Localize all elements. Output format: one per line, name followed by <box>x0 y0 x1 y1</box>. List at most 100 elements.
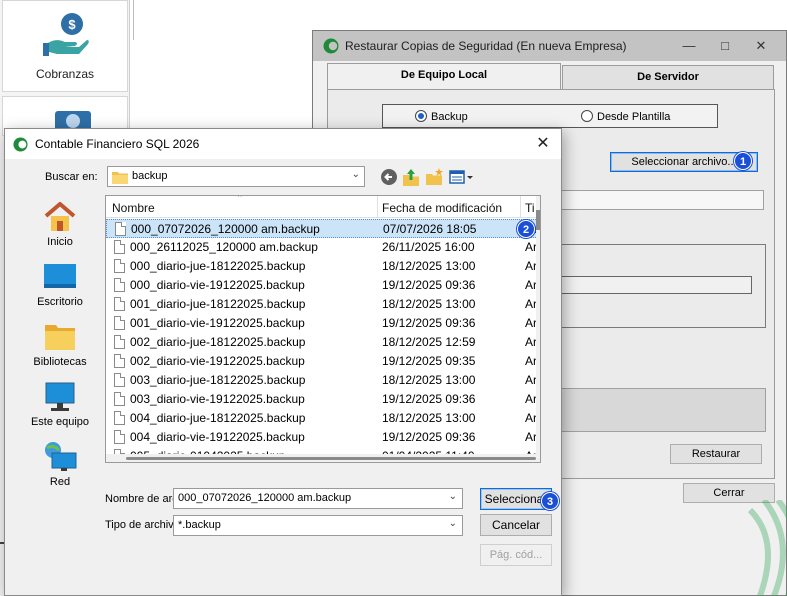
radio-unchecked-icon <box>581 110 593 122</box>
vertical-scrollbar[interactable] <box>536 196 540 462</box>
file-row[interactable]: 004_diario-vie-19122025.backup 19/12/2025… <box>106 428 538 447</box>
place-libraries[interactable]: Bibliotecas <box>15 321 105 368</box>
file-row[interactable]: 000_26112025_120000 am.backup 26/11/2025 … <box>106 238 538 257</box>
up-folder-icon[interactable] <box>401 167 421 187</box>
place-label: Bibliotecas <box>33 356 87 368</box>
place-label: Este equipo <box>30 416 90 428</box>
file-date: 26/11/2025 16:00 <box>382 240 475 254</box>
file-icon <box>114 430 125 444</box>
place-home[interactable]: Inicio <box>15 201 105 248</box>
tab-server[interactable]: De Servidor <box>562 65 774 89</box>
file-row[interactable]: 003_diario-jue-18122025.backup 18/12/2025… <box>106 371 538 390</box>
file-date: 18/12/2025 12:59 <box>382 335 476 349</box>
place-label: Inicio <box>47 236 73 248</box>
file-icon <box>114 297 125 311</box>
place-label: Escritorio <box>37 296 83 308</box>
column-header-date[interactable]: Fecha de modificación <box>382 201 502 215</box>
file-row[interactable]: 003_diario-vie-19122025.backup 19/12/2025… <box>106 390 538 409</box>
new-folder-icon[interactable] <box>424 167 444 187</box>
status-area <box>558 388 766 432</box>
back-icon[interactable] <box>379 167 399 187</box>
file-name-value: 000_07072026_120000 am.backup <box>178 492 352 504</box>
libraries-folder-icon <box>45 325 75 350</box>
file-row[interactable]: 000_diario-vie-19122025.backup 19/12/2025… <box>106 276 538 295</box>
column-divider[interactable] <box>520 196 521 218</box>
radio-checked-icon <box>415 110 427 122</box>
backup-source-radio-group: Backup Desde Plantilla <box>382 104 718 128</box>
view-menu-icon[interactable] <box>448 167 476 187</box>
file-row[interactable]: 000_07072026_120000 am.backup 07/07/2026 … <box>106 219 538 238</box>
file-date: 18/12/2025 13:00 <box>382 297 476 311</box>
radio-label: Desde Plantilla <box>597 111 671 123</box>
file-icon <box>114 259 125 273</box>
look-in-dropdown[interactable]: backup ⌄ <box>107 166 365 187</box>
file-date: 07/07/2026 18:05 <box>383 222 477 236</box>
file-icon <box>115 222 126 236</box>
file-row[interactable]: 000_diario-jue-18122025.backup 18/12/2025… <box>106 257 538 276</box>
look-in-label: Buscar en: <box>45 171 98 183</box>
chevron-down-icon[interactable]: ⌄ <box>449 491 457 502</box>
minimize-icon[interactable]: — <box>679 37 699 55</box>
svg-text:$: $ <box>68 17 76 32</box>
chevron-down-icon: ⌄ <box>351 169 360 180</box>
radio-backup[interactable]: Backup <box>415 110 468 123</box>
step-badge-1: 1 <box>734 152 752 170</box>
file-icon <box>114 316 125 330</box>
cancel-button[interactable]: Cancelar <box>480 514 552 536</box>
open-file-dialog: Contable Financiero SQL 2026 ✕ Buscar en… <box>4 128 562 596</box>
close-icon[interactable]: ✕ <box>531 133 555 155</box>
radio-label: Backup <box>431 111 468 123</box>
scroll-thumb[interactable] <box>126 457 536 460</box>
file-date: 19/12/2025 09:35 <box>382 354 476 368</box>
maximize-icon[interactable]: □ <box>715 37 735 55</box>
column-header-type[interactable]: Ti <box>525 201 535 215</box>
file-date: 19/12/2025 09:36 <box>382 316 476 330</box>
file-name-combo[interactable]: 000_07072026_120000 am.backup ⌄ <box>173 488 463 509</box>
file-row[interactable]: 002_diario-vie-19122025.backup 19/12/2025… <box>106 352 538 371</box>
horizontal-scrollbar[interactable] <box>106 454 538 462</box>
radio-template[interactable]: Desde Plantilla <box>581 110 670 123</box>
place-desktop[interactable]: Escritorio <box>15 261 105 308</box>
file-dialog-title: Contable Financiero SQL 2026 <box>35 137 200 151</box>
file-list[interactable]: ⌃ Nombre Fecha de modificación Ti 000_07… <box>105 195 541 463</box>
file-dialog-titlebar[interactable]: Contable Financiero SQL 2026 ✕ <box>5 129 561 159</box>
file-name: 003_diario-jue-18122025.backup <box>130 373 306 387</box>
restore-button[interactable]: Restaurar <box>670 444 762 464</box>
place-network[interactable]: Red <box>15 441 105 488</box>
file-row[interactable]: 004_diario-jue-18122025.backup 18/12/2025… <box>106 409 538 428</box>
computer-icon <box>45 382 75 411</box>
file-row[interactable]: 002_diario-jue-18122025.backup 18/12/2025… <box>106 333 538 352</box>
place-this-pc[interactable]: Este equipo <box>15 381 105 428</box>
file-icon <box>114 240 125 254</box>
home-icon <box>44 202 76 231</box>
app-logo-icon <box>323 38 339 54</box>
restore-window-title: Restaurar Copias de Seguridad (En nueva … <box>345 39 627 53</box>
network-icon <box>45 442 77 471</box>
sidebar-item-cobranzas[interactable]: $ Cobranzas <box>2 0 128 92</box>
file-type-combo[interactable]: *.backup ⌄ <box>173 515 463 536</box>
file-name: 001_diario-vie-19122025.backup <box>130 316 305 330</box>
places-bar: Inicio Escritorio Bibliotecas Este equip… <box>15 195 105 495</box>
file-name: 004_diario-vie-19122025.backup <box>130 430 305 444</box>
restore-window-titlebar[interactable]: Restaurar Copias de Seguridad (En nueva … <box>313 31 786 61</box>
scroll-thumb[interactable] <box>536 210 540 230</box>
file-row[interactable]: 001_diario-vie-19122025.backup 19/12/2025… <box>106 314 538 333</box>
tab-local[interactable]: De Equipo Local <box>327 63 561 90</box>
file-name: 000_diario-vie-19122025.backup <box>130 278 305 292</box>
progress-field <box>558 276 752 294</box>
file-name: 000_26112025_120000 am.backup <box>130 240 318 254</box>
chevron-down-icon[interactable]: ⌄ <box>449 518 457 529</box>
file-date: 19/12/2025 09:36 <box>382 392 476 406</box>
column-header-name[interactable]: Nombre <box>112 201 155 215</box>
step-badge-3: 3 <box>541 492 559 510</box>
file-path-field[interactable] <box>558 190 764 210</box>
code-page-button: Pág. cód... <box>480 544 552 566</box>
look-in-value: backup <box>132 170 168 182</box>
file-row[interactable]: 001_diario-jue-18122025.backup 18/12/2025… <box>106 295 538 314</box>
file-type-label: Tipo de archivo: <box>105 519 173 531</box>
file-icon <box>114 354 125 368</box>
file-name: 001_diario-jue-18122025.backup <box>130 297 306 311</box>
column-divider[interactable] <box>377 196 378 218</box>
file-name: 000_diario-jue-18122025.backup <box>130 259 306 273</box>
close-icon[interactable]: ✕ <box>751 37 771 55</box>
